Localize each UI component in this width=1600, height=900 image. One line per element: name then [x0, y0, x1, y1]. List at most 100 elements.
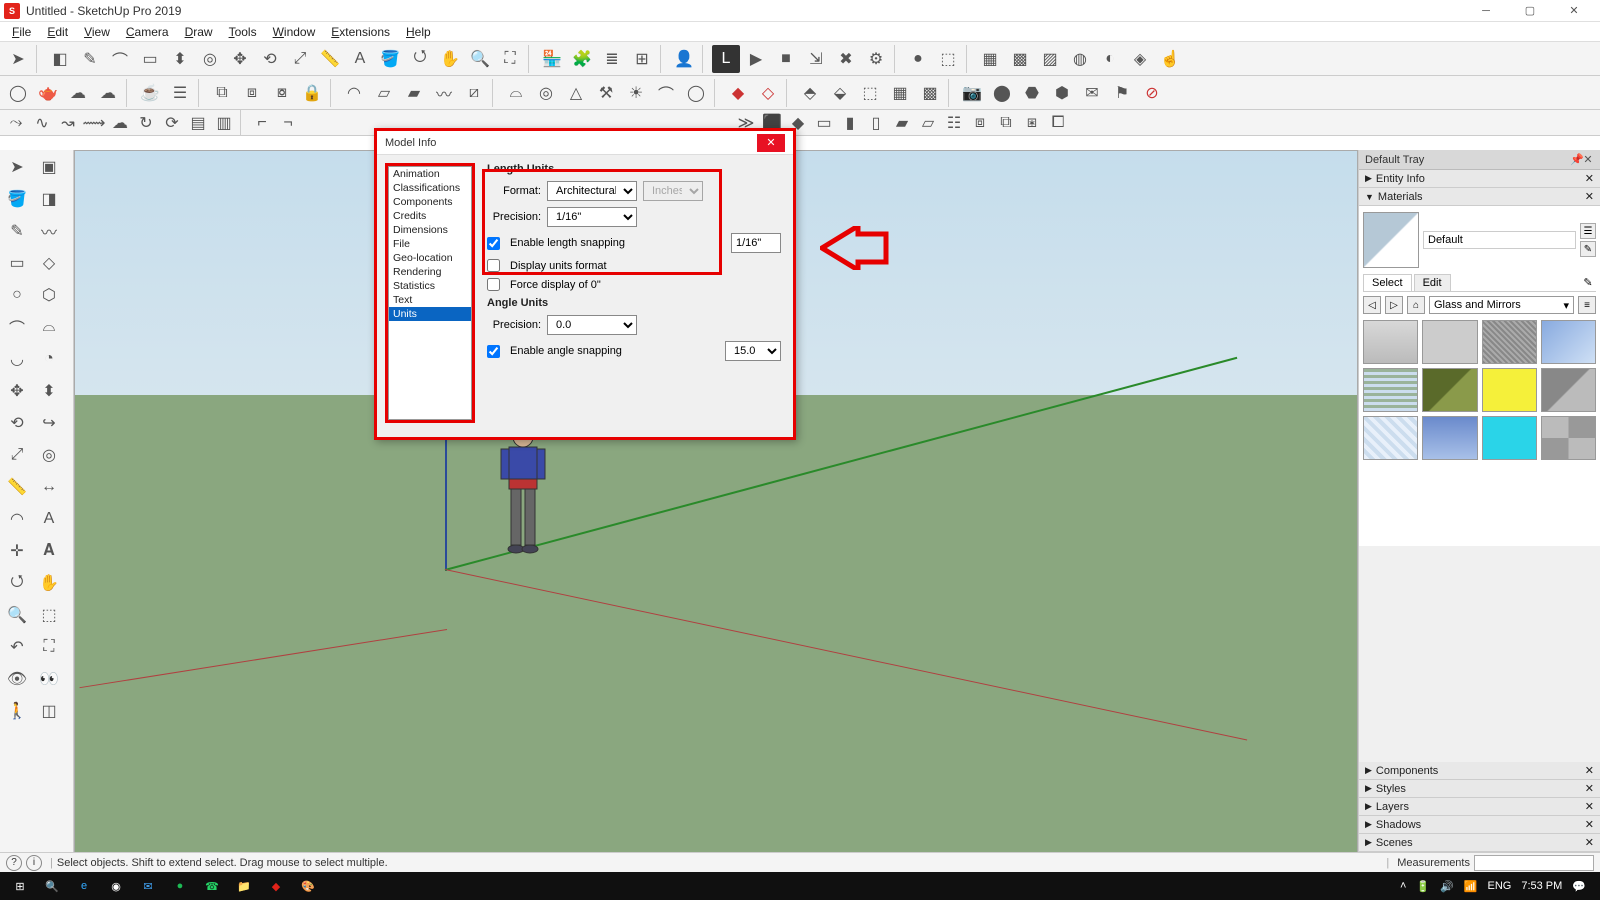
swatch-5[interactable]	[1363, 368, 1418, 412]
swatch-3[interactable]	[1482, 320, 1537, 364]
pushpull-icon[interactable]: ⬍	[166, 45, 194, 73]
t3-17-icon[interactable]: ▯	[864, 112, 888, 134]
menu-tools[interactable]: Tools	[221, 23, 265, 41]
length-snap-input[interactable]	[731, 233, 781, 253]
t3-23-icon[interactable]: ⧆	[1020, 112, 1044, 134]
t3-11-icon[interactable]: ¬	[276, 112, 300, 134]
menu-camera[interactable]: Camera	[118, 23, 177, 41]
tab-icon[interactable]: ⧉	[208, 79, 236, 107]
paint-task-icon[interactable]: 🎨	[292, 872, 324, 900]
rect-icon[interactable]: ▭	[136, 45, 164, 73]
pencil-icon[interactable]: ✎	[76, 45, 104, 73]
styles-close-icon[interactable]: ✕	[1585, 782, 1594, 795]
menu-window[interactable]: Window	[265, 23, 324, 41]
delete-icon[interactable]: ✖	[832, 45, 860, 73]
enable-angle-snap-checkbox[interactable]	[487, 345, 500, 358]
zoom-icon[interactable]: 🔍	[466, 45, 494, 73]
lt-component-icon[interactable]: ▣	[34, 152, 64, 182]
select-tool-icon[interactable]: ➤	[4, 45, 32, 73]
menu-extensions[interactable]: Extensions	[323, 23, 398, 41]
arch-icon[interactable]: ⌒	[652, 79, 680, 107]
tray-notifications-icon[interactable]: 💬	[1572, 880, 1586, 893]
cat-classifications[interactable]: Classifications	[389, 181, 471, 195]
lt-axes-icon[interactable]: ✛	[2, 536, 32, 566]
style5-icon[interactable]: ◐	[1096, 45, 1124, 73]
material-preview[interactable]	[1363, 212, 1419, 268]
ring-icon[interactable]: ◎	[532, 79, 560, 107]
lt-tape-icon[interactable]: 📏	[2, 472, 32, 502]
measurements-input[interactable]	[1474, 855, 1594, 871]
mat-home-icon[interactable]: ⌂	[1407, 296, 1425, 314]
lt-arc-icon[interactable]: ⌒	[2, 312, 32, 342]
box2-icon[interactable]: ▰	[400, 79, 428, 107]
box-icon[interactable]: ▱	[370, 79, 398, 107]
swatch-1[interactable]	[1363, 320, 1418, 364]
mat-fwd-icon[interactable]: ▷	[1385, 296, 1403, 314]
cube-cloud-icon[interactable]: ☁	[64, 79, 92, 107]
lt-zoomwin-icon[interactable]: ⬚	[34, 600, 64, 630]
cat-file[interactable]: File	[389, 237, 471, 251]
swatch-2[interactable]	[1422, 320, 1477, 364]
angle-snap-select[interactable]: 15.0	[725, 341, 781, 361]
style3-icon[interactable]: ▨	[1036, 45, 1064, 73]
menu-draw[interactable]: Draw	[177, 23, 221, 41]
cat-rendering[interactable]: Rendering	[389, 265, 471, 279]
start-button[interactable]: ⊞	[4, 872, 36, 900]
t3-5-icon[interactable]: ☁	[108, 112, 132, 134]
t3-18-icon[interactable]: ▰	[890, 112, 914, 134]
lt-eraser-icon[interactable]: ◨	[34, 184, 64, 214]
wave-icon[interactable]: 〰	[430, 79, 458, 107]
display-units-checkbox[interactable]	[487, 259, 500, 272]
lt-3dtext-icon[interactable]: 𝐀	[34, 536, 64, 566]
protractor-icon[interactable]: ◠	[340, 79, 368, 107]
render1-icon[interactable]: ⬤	[988, 79, 1016, 107]
t3-3-icon[interactable]: ↝	[56, 112, 80, 134]
lt-rotrect-icon[interactable]: ◇	[34, 248, 64, 278]
sketchup-task-icon[interactable]: ◆	[260, 872, 292, 900]
tray-entity-info[interactable]: ▶Entity Info✕	[1359, 170, 1600, 188]
lt-pie-icon[interactable]: ◔	[34, 344, 64, 374]
cat-statistics[interactable]: Statistics	[389, 279, 471, 293]
search-icon[interactable]: 🔍	[36, 872, 68, 900]
tray-pin-icon[interactable]: 📌	[1570, 153, 1582, 166]
tray-materials[interactable]: ▼Materials✕	[1359, 188, 1600, 206]
triangle-icon[interactable]: △	[562, 79, 590, 107]
lt-offset-icon[interactable]: ◎	[34, 440, 64, 470]
cat-dimensions[interactable]: Dimensions	[389, 223, 471, 237]
swatch-4[interactable]	[1541, 320, 1596, 364]
mat-collection-select[interactable]: Glass and Mirrors▾	[1429, 296, 1574, 314]
circle-o-icon[interactable]: ◯	[4, 79, 32, 107]
cat-units[interactable]: Units	[389, 307, 471, 321]
coffee-icon[interactable]: ☕	[136, 79, 164, 107]
send-icon[interactable]: ✉	[1078, 79, 1106, 107]
maximize-button[interactable]: ▢	[1508, 0, 1552, 22]
scene-prev-icon[interactable]: ⧈	[238, 79, 266, 107]
rb2-icon[interactable]: ⬙	[826, 79, 854, 107]
tray-caret-icon[interactable]: ˄	[1400, 880, 1406, 892]
slash-icon[interactable]: ⧄	[460, 79, 488, 107]
rb5-icon[interactable]: ▩	[916, 79, 944, 107]
style4-icon[interactable]: ◍	[1066, 45, 1094, 73]
t3-19-icon[interactable]: ▱	[916, 112, 940, 134]
t3-4-icon[interactable]: ⟿	[82, 112, 106, 134]
lt-scale-icon[interactable]: ⤢	[2, 440, 32, 470]
materials-tab-edit[interactable]: Edit	[1414, 274, 1451, 291]
entity-close-icon[interactable]: ✕	[1585, 172, 1594, 185]
swatch-6[interactable]	[1422, 368, 1477, 412]
t3-10-icon[interactable]: ⌐	[250, 112, 274, 134]
explorer-icon[interactable]: 📁	[228, 872, 260, 900]
lt-rotate-icon[interactable]: ⟲	[2, 408, 32, 438]
cap-icon[interactable]: ⌓	[502, 79, 530, 107]
cat-text[interactable]: Text	[389, 293, 471, 307]
layers-close-icon[interactable]: ✕	[1585, 800, 1594, 813]
scenes-close-icon[interactable]: ✕	[1585, 836, 1594, 849]
mat-back-icon[interactable]: ◁	[1363, 296, 1381, 314]
tray-close-icon[interactable]: ✕	[1582, 153, 1594, 166]
swatch-11[interactable]	[1482, 416, 1537, 460]
spotify-icon[interactable]: ●	[164, 872, 196, 900]
pan-icon[interactable]: ✋	[436, 45, 464, 73]
t3-6-icon[interactable]: ↻	[134, 112, 158, 134]
lt-followme-icon[interactable]: ↪	[34, 408, 64, 438]
text-icon[interactable]: A	[346, 45, 374, 73]
force-zero-checkbox[interactable]	[487, 278, 500, 291]
